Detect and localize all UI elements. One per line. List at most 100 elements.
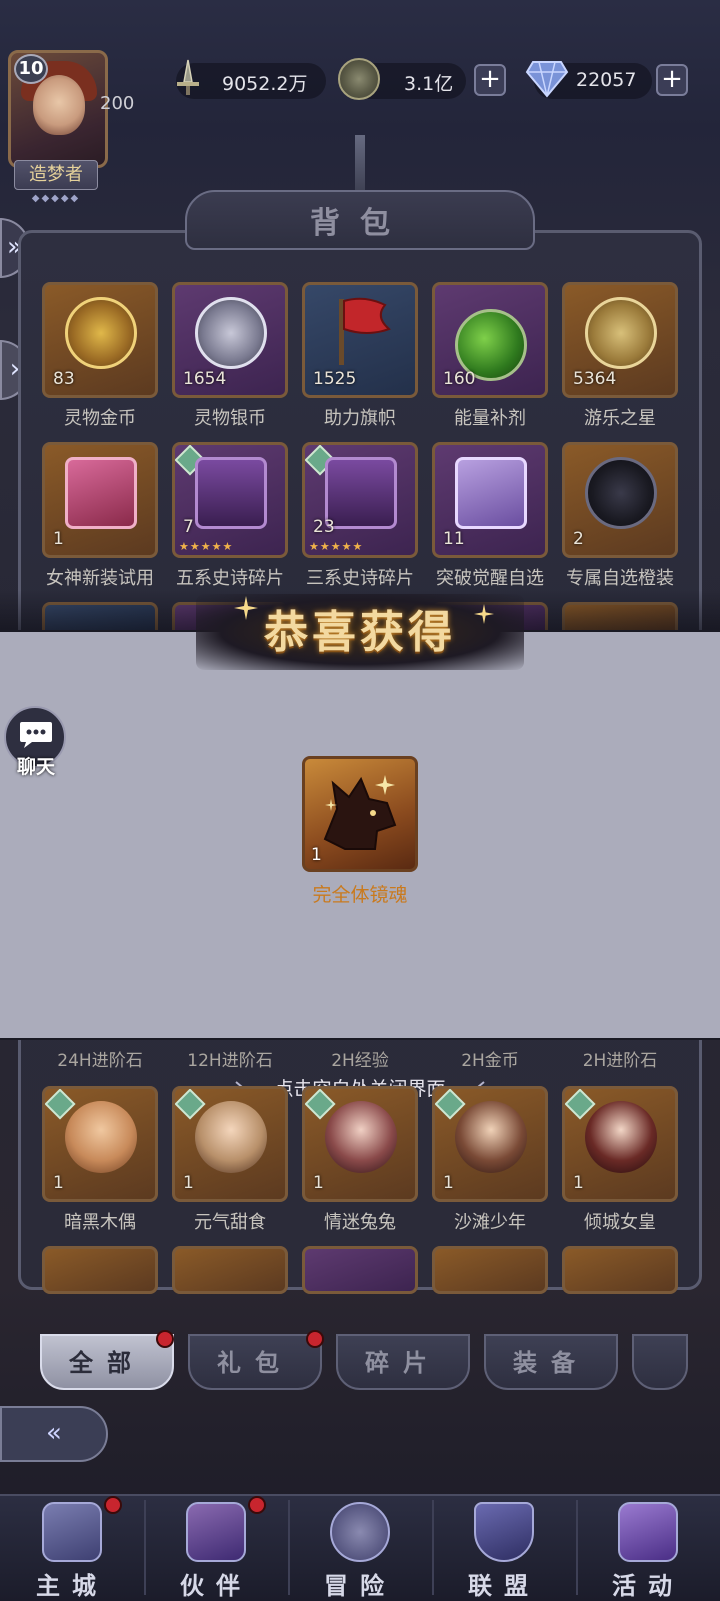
item-count: 83: [53, 369, 75, 389]
tab-all[interactable]: 全部: [40, 1334, 174, 1390]
rarity-stars: ★★★★★: [179, 540, 234, 553]
item-count: 2: [573, 529, 584, 549]
item-label: 女神新装试用: [46, 568, 154, 589]
item-count: 23: [313, 517, 335, 537]
item-label: 游乐之星: [584, 408, 656, 429]
add-diamond-button[interactable]: +: [656, 64, 688, 96]
nav-notification-dot: [104, 1496, 122, 1514]
hero-count: 1: [443, 1173, 454, 1193]
reward-head: 2H进阶石: [582, 1051, 658, 1071]
tab-fragments[interactable]: 碎片: [336, 1334, 470, 1390]
item-count: 7: [183, 517, 194, 537]
hero-portrait: [195, 1101, 267, 1173]
hero-portrait: [585, 1101, 657, 1173]
hero-slot-peek[interactable]: [302, 1246, 418, 1294]
nav-alliance[interactable]: 联盟: [432, 1494, 576, 1601]
player-level: 10: [14, 54, 48, 84]
add-gold-button[interactable]: +: [474, 64, 506, 96]
item-label: 专属自选橙装: [566, 568, 674, 589]
gift-box-icon: [455, 457, 527, 529]
item-count: 5364: [573, 369, 617, 389]
nav-notification-dot: [248, 1496, 266, 1514]
reward-head: 12H进阶石: [187, 1051, 273, 1071]
item-slot-flag[interactable]: 1525: [302, 282, 418, 398]
chest-icon: [325, 457, 397, 529]
hero-label: 沙滩少年: [454, 1212, 526, 1233]
silver-token-icon: [195, 297, 267, 369]
hero-slot[interactable]: 1: [432, 1086, 548, 1202]
hero-slot[interactable]: 1: [172, 1086, 288, 1202]
avatar-face: [33, 75, 85, 135]
item-slot-silver-token[interactable]: 1654: [172, 282, 288, 398]
item-label: 灵物金币: [64, 408, 136, 429]
nav-partners[interactable]: 伙伴: [144, 1494, 288, 1601]
chat-label: 聊天: [16, 756, 55, 778]
tab-gift-notification-dot: [306, 1330, 324, 1348]
hero-portrait: [455, 1101, 527, 1173]
hero-slot[interactable]: 1: [42, 1086, 158, 1202]
item-count: 1: [53, 529, 64, 549]
witch-hat-icon: [186, 1502, 246, 1562]
backpack-title: 背包: [310, 206, 410, 241]
nav-label: 主城: [36, 1571, 108, 1600]
nav-events[interactable]: 活动: [576, 1494, 720, 1601]
item-label: 能量补剂: [454, 408, 526, 429]
gift-box-icon: [65, 457, 137, 529]
hero-slot-peek[interactable]: [562, 1246, 678, 1294]
sparkle-icon: [234, 596, 258, 620]
tab-more[interactable]: [632, 1334, 688, 1390]
nav-adventure[interactable]: 冒险: [288, 1494, 432, 1601]
rarity-stars: ★★★★★: [309, 540, 364, 553]
hero-label: 倾城女皇: [584, 1212, 656, 1233]
chest-icon: [195, 457, 267, 529]
nav-main-city[interactable]: 主城: [0, 1494, 144, 1601]
diamond-value: 22057: [576, 69, 637, 91]
item-label: 五系史诗碎片: [176, 568, 284, 589]
item-count: 1525: [313, 369, 357, 389]
reward-item-slot[interactable]: 1: [302, 756, 418, 872]
item-slot-chest-5[interactable]: 7 ★★★★★: [172, 442, 288, 558]
compass-icon: [330, 1502, 390, 1562]
nav-label: 冒险: [324, 1571, 396, 1600]
item-slot-amulet[interactable]: 2: [562, 442, 678, 558]
item-slot-chest-3[interactable]: 23 ★★★★★: [302, 442, 418, 558]
item-slot-gift[interactable]: 1: [42, 442, 158, 558]
hero-count: 1: [573, 1173, 584, 1193]
reward-head: 2H经验: [331, 1051, 389, 1071]
back-button[interactable]: «: [0, 1406, 108, 1462]
gold-value: 3.1亿: [404, 73, 454, 95]
tab-gift-pack[interactable]: 礼包: [188, 1334, 322, 1390]
reward-count: 1: [311, 845, 322, 865]
hero-label: 暗黑木偶: [64, 1212, 136, 1233]
item-slot-breakthrough[interactable]: 11: [432, 442, 548, 558]
item-label: 突破觉醒自选: [436, 568, 544, 589]
item-count: 11: [443, 529, 465, 549]
reward-head: 24H进阶石: [57, 1051, 143, 1071]
hero-count: 1: [183, 1173, 194, 1193]
item-slot-potion[interactable]: 160: [432, 282, 548, 398]
hero-slot[interactable]: 1: [562, 1086, 678, 1202]
tab-equipment[interactable]: 装备: [484, 1334, 618, 1390]
hero-slot-peek[interactable]: [172, 1246, 288, 1294]
item-slot-star-coin[interactable]: 5364: [562, 282, 678, 398]
hero-slot[interactable]: 1: [302, 1086, 418, 1202]
star-coin-icon: [585, 297, 657, 369]
shield-icon: [474, 1502, 534, 1562]
gold-token-icon: [65, 297, 137, 369]
castle-icon: [42, 1502, 102, 1562]
item-slot-gold-token[interactable]: 83: [42, 282, 158, 398]
item-label: 三系史诗碎片: [306, 568, 414, 589]
hero-slot-peek[interactable]: [432, 1246, 548, 1294]
item-count: 1654: [183, 369, 227, 389]
nav-label: 伙伴: [180, 1571, 252, 1600]
sword-icon: [177, 59, 199, 95]
hero-count: 1: [313, 1173, 324, 1193]
item-label: 灵物银币: [194, 408, 266, 429]
item-label: 助力旗帜: [324, 408, 396, 429]
hero-slot-peek[interactable]: [42, 1246, 158, 1294]
reward-name: 完全体镜魂: [312, 884, 408, 906]
panel-ornament: [355, 135, 365, 195]
diamond-icon: [525, 61, 569, 98]
nav-label: 活动: [612, 1571, 684, 1600]
reward-head: 2H金币: [461, 1051, 519, 1071]
